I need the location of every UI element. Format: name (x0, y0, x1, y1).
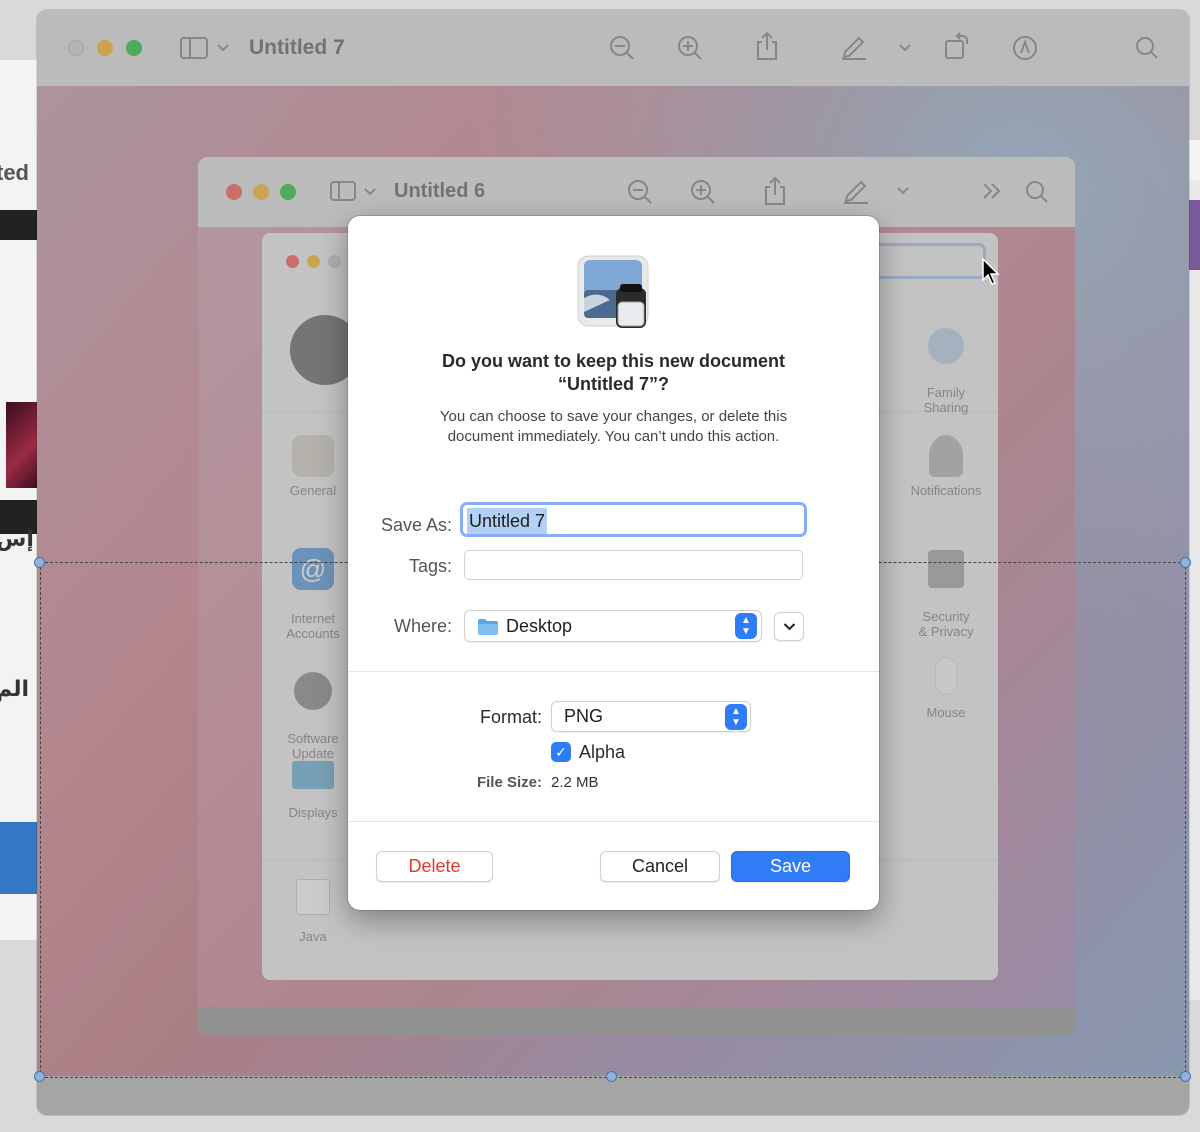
background-window-left: ted إس الم (0, 60, 38, 940)
where-value: Desktop (506, 616, 573, 636)
preview-app-icon (577, 255, 649, 328)
file-size-label: File Size: (476, 774, 542, 791)
selection-handle[interactable] (1180, 557, 1191, 568)
save-dialog: Do you want to keep this new document “U… (348, 216, 879, 910)
save-as-input[interactable]: Untitled 7 (460, 502, 807, 537)
dialog-title: Do you want to keep this new document (441, 351, 786, 371)
expand-dialog-button[interactable] (774, 612, 804, 641)
format-label: Format: (479, 707, 542, 727)
mouse-cursor-icon (982, 258, 1000, 285)
up-down-chevron-icon: ▲ ▼ (735, 613, 757, 639)
delete-button[interactable]: Delete (376, 851, 493, 882)
cancel-button[interactable]: Cancel (600, 851, 720, 882)
format-value: PNG (564, 706, 604, 726)
chevron-down-icon (783, 623, 796, 631)
alpha-label: Alpha (579, 742, 626, 762)
save-button[interactable]: Save (731, 851, 850, 882)
where-popup[interactable]: Desktop ▲ ▼ (464, 610, 762, 642)
background-text: ted (0, 160, 29, 185)
dialog-title-filename: “Untitled 7”? (558, 374, 669, 394)
save-as-value: Untitled 7 (467, 508, 548, 534)
dialog-message: You can choose to save your changes, or … (439, 408, 788, 425)
save-as-label: Save As: (380, 515, 452, 535)
alpha-checkbox[interactable]: ✓ (551, 742, 571, 762)
dialog-message: document immediately. You can’t undo thi… (447, 428, 780, 445)
background-text: الم (0, 676, 30, 701)
background-text: إس (0, 526, 34, 551)
selection-handle[interactable] (34, 1071, 45, 1082)
background-thumbnail (6, 402, 38, 488)
format-popup[interactable]: PNG ▲ ▼ (551, 701, 751, 732)
folder-icon (478, 619, 498, 635)
up-down-chevron-icon: ▲ ▼ (725, 704, 747, 730)
tags-input[interactable] (464, 550, 803, 580)
tags-label: Tags: (408, 556, 452, 576)
where-label: Where: (393, 616, 452, 636)
selection-handle[interactable] (1180, 1071, 1191, 1082)
file-size-value: 2.2 MB (551, 774, 599, 791)
selection-handle[interactable] (606, 1071, 617, 1082)
selection-handle[interactable] (34, 557, 45, 568)
